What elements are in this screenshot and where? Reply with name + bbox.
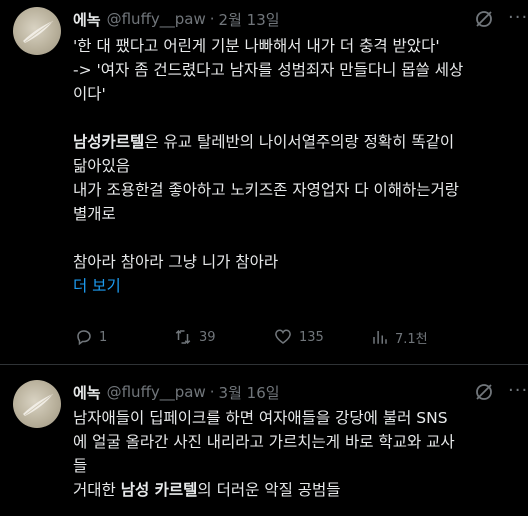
tweet-1[interactable]: 에녹 @fluffy__paw · 2월 13일 ··· '한 대 팼다고 어린… bbox=[0, 0, 528, 365]
tweet-actions: 1 39 135 7.1천 bbox=[73, 327, 528, 347]
avatar[interactable] bbox=[13, 380, 61, 428]
text-span: 거대한 bbox=[73, 481, 121, 499]
text-line: 거대한 남성 카르텔의 더러운 악질 공범들 bbox=[73, 478, 528, 502]
text-span: 의 더러운 악질 공범들 bbox=[197, 481, 341, 499]
grok-icon[interactable] bbox=[474, 382, 494, 402]
tweet-date[interactable]: 2월 13일 bbox=[219, 9, 280, 30]
hashtag-bold: 남성카르텔 bbox=[73, 133, 145, 151]
more-icon[interactable]: ··· bbox=[508, 382, 527, 404]
separator: · bbox=[209, 10, 215, 28]
separator: · bbox=[209, 383, 215, 401]
tweet-text: 남자애들이 딥페이크를 하면 여자애들을 강당에 불러 SNS 에 얼굴 올라간… bbox=[73, 406, 528, 502]
user-handle[interactable]: @fluffy__paw bbox=[107, 10, 206, 28]
text-line: 에 얼굴 올라간 사진 내리라고 가르치는게 바로 학교와 교사 bbox=[73, 433, 455, 451]
like-count: 135 bbox=[299, 329, 324, 345]
text-span: 은 유교 탈레반의 나이서열주의랑 정확히 똑같이 bbox=[144, 133, 455, 151]
reply-icon bbox=[77, 330, 91, 346]
retweet-button[interactable]: 39 bbox=[173, 328, 216, 346]
tweet-text: '한 대 팼다고 어린게 기분 나빠해서 내가 더 충격 받았다' -> '여자… bbox=[73, 34, 528, 298]
tweet-2[interactable]: 에녹 @fluffy__paw · 3월 16일 ··· 남자애들이 딥페이크를… bbox=[0, 365, 528, 516]
retweet-icon bbox=[175, 329, 191, 345]
avatar[interactable] bbox=[13, 7, 61, 55]
like-button[interactable]: 135 bbox=[273, 328, 324, 346]
show-more-link[interactable]: 더 보기 bbox=[73, 274, 528, 298]
text-line: '한 대 팼다고 어린게 기분 나빠해서 내가 더 충격 받았다' bbox=[73, 37, 440, 55]
reply-button[interactable]: 1 bbox=[75, 328, 107, 346]
text-line: 닮아있음 bbox=[73, 157, 131, 175]
views-count: 7.1천 bbox=[395, 331, 428, 347]
text-line: -> '여자 좀 건드렸다고 남자를 성범죄자 만들다니 몹쓸 세상 bbox=[73, 61, 464, 79]
text-line: 이다' bbox=[73, 85, 106, 103]
tweet-header: 에녹 @fluffy__paw · 3월 16일 bbox=[73, 381, 280, 403]
display-name[interactable]: 에녹 bbox=[73, 9, 101, 30]
text-line: 참아라 참아라 그냥 니가 참아라 bbox=[73, 253, 279, 271]
reply-count: 1 bbox=[99, 329, 108, 345]
display-name[interactable]: 에녹 bbox=[73, 382, 101, 403]
tweet-header: 에녹 @fluffy__paw · 2월 13일 bbox=[73, 8, 280, 30]
user-handle[interactable]: @fluffy__paw bbox=[107, 383, 206, 401]
text-line: 내가 조용한걸 좋아하고 노키즈존 자영업자 다 이해하는거랑 bbox=[73, 181, 460, 199]
text-line: 남자애들이 딥페이크를 하면 여자애들을 강당에 불러 SNS bbox=[73, 409, 448, 427]
text-line: 남성카르텔은 유교 탈레반의 나이서열주의랑 정확히 똑같이 bbox=[73, 130, 528, 154]
text-line: 별개로 bbox=[73, 205, 116, 223]
hashtag-bold: 남성 카르텔 bbox=[120, 481, 198, 499]
views-button[interactable]: 7.1천 bbox=[371, 328, 428, 347]
like-icon bbox=[275, 329, 291, 344]
tweet-date[interactable]: 3월 16일 bbox=[219, 382, 280, 403]
grok-icon[interactable] bbox=[474, 9, 494, 29]
views-icon bbox=[373, 331, 387, 344]
retweet-count: 39 bbox=[199, 329, 216, 345]
more-icon[interactable]: ··· bbox=[508, 9, 527, 31]
text-line: 들 bbox=[73, 457, 88, 475]
